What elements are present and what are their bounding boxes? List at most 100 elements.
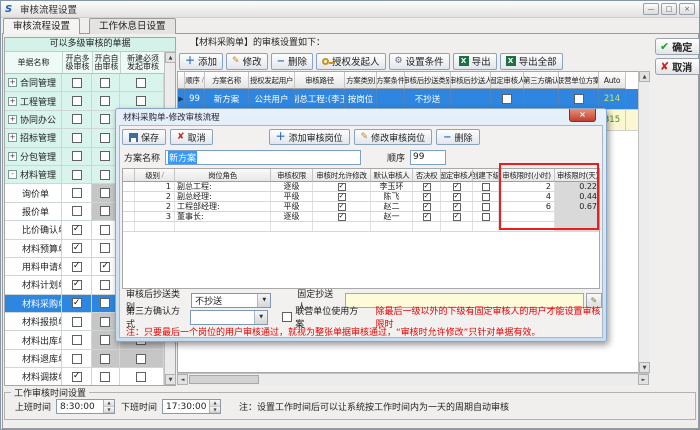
collapse-icon[interactable]: - xyxy=(8,170,17,179)
checkbox[interactable]: ✓ xyxy=(453,183,461,191)
expand-icon[interactable]: + xyxy=(8,152,17,161)
checkbox[interactable]: ✓ xyxy=(338,193,346,201)
maximize-icon[interactable]: □ xyxy=(661,3,677,15)
checkbox[interactable] xyxy=(100,114,110,124)
checkbox[interactable] xyxy=(100,335,110,345)
checkbox[interactable] xyxy=(482,183,490,191)
checkbox[interactable]: ✓ xyxy=(423,213,431,221)
scheme-name-input[interactable]: 新方案 xyxy=(165,150,361,165)
dialog-close-icon[interactable]: × xyxy=(569,109,596,122)
checkbox[interactable]: ✓ xyxy=(100,262,110,272)
checkbox[interactable]: ✓ xyxy=(72,372,82,382)
checkbox[interactable] xyxy=(482,193,490,201)
order-input[interactable]: 99 xyxy=(410,150,446,165)
checkbox[interactable] xyxy=(72,96,82,106)
spinner-arrows[interactable]: ▲▼ xyxy=(209,400,220,413)
audit-post-row[interactable]: 3董事长:逐级✓赵一✓✓ xyxy=(123,212,599,222)
delete-audit-post-button[interactable]: − 删除 xyxy=(436,129,479,145)
checkbox[interactable] xyxy=(72,133,82,143)
checkbox[interactable] xyxy=(100,188,110,198)
checkbox[interactable] xyxy=(136,354,146,364)
scroll-down-icon[interactable]: ▼ xyxy=(639,362,650,373)
document-row[interactable]: +合同管理 xyxy=(5,74,164,92)
chevron-down-icon[interactable]: ▼ xyxy=(257,294,270,307)
checkbox[interactable] xyxy=(100,354,110,364)
toolbar-button-修改[interactable]: ✎修改 xyxy=(226,53,268,70)
checkbox[interactable] xyxy=(136,372,146,382)
cc-type-combobox[interactable]: 不抄送 ▼ xyxy=(191,293,271,308)
expand-icon[interactable]: + xyxy=(8,133,17,142)
checkbox[interactable] xyxy=(100,298,110,308)
checkbox[interactable]: ✓ xyxy=(453,213,461,221)
scroll-down-icon[interactable]: ▼ xyxy=(165,374,176,385)
expand-icon[interactable]: + xyxy=(8,78,17,87)
schemes-hscrollbar[interactable]: ◄ ► xyxy=(177,373,649,385)
toolbar-button-授权发起人[interactable]: 授权发起人 xyxy=(316,53,386,70)
checkbox[interactable]: ✓ xyxy=(423,183,431,191)
checkbox[interactable] xyxy=(72,170,82,180)
add-audit-post-button[interactable]: ＋ 添加审核岗位 xyxy=(269,129,350,145)
tab-audit-flow-settings[interactable]: 审核流程设置 xyxy=(3,18,80,34)
checkbox[interactable] xyxy=(502,94,512,104)
checkbox[interactable] xyxy=(100,78,110,88)
checkbox[interactable] xyxy=(136,96,146,106)
checkbox[interactable] xyxy=(72,317,82,327)
close-icon[interactable]: × xyxy=(679,3,695,15)
ok-button[interactable]: ✔ 确定 xyxy=(655,38,700,55)
spin-down-icon[interactable]: ▼ xyxy=(210,407,220,414)
checkbox[interactable]: ✓ xyxy=(338,203,346,211)
toolbar-button-导出全部[interactable]: X导出全部 xyxy=(500,53,563,70)
checkbox[interactable] xyxy=(100,206,110,216)
toolbar-button-设置条件[interactable]: ⚙设置条件 xyxy=(389,53,450,70)
checkbox[interactable] xyxy=(100,243,110,253)
audit-post-row[interactable]: 2工程部经理:平级✓赵二✓✓60.67 xyxy=(123,202,599,212)
checkbox[interactable] xyxy=(72,151,82,161)
checkbox[interactable] xyxy=(482,203,490,211)
toolbar-button-导出[interactable]: X导出 xyxy=(453,53,497,70)
checkbox[interactable]: ✓ xyxy=(423,193,431,201)
checkbox[interactable] xyxy=(100,317,110,327)
checkbox[interactable] xyxy=(72,206,82,216)
chevron-down-icon[interactable]: ▼ xyxy=(254,311,267,324)
checkbox[interactable] xyxy=(72,114,82,124)
expand-icon[interactable]: + xyxy=(8,97,17,106)
checkbox[interactable] xyxy=(72,78,82,88)
checkbox[interactable]: ✓ xyxy=(72,262,82,272)
checkbox[interactable] xyxy=(72,354,82,364)
checkbox[interactable] xyxy=(100,170,110,180)
toolbar-button-添加[interactable]: ＋添加 xyxy=(179,53,223,70)
expand-icon[interactable]: + xyxy=(8,115,17,124)
audit-post-row[interactable] xyxy=(123,222,599,232)
checkbox[interactable] xyxy=(100,96,110,106)
checkbox[interactable]: ✓ xyxy=(72,243,82,253)
document-row[interactable]: 材料退库单 xyxy=(5,350,164,368)
checkbox[interactable] xyxy=(574,94,584,104)
checkbox[interactable] xyxy=(100,133,110,143)
tab-rest-day-settings[interactable]: 工作休息日设置 xyxy=(89,18,176,34)
joint-scheme-checkbox[interactable] xyxy=(282,312,292,322)
checkbox[interactable]: ✓ xyxy=(423,203,431,211)
checkbox[interactable] xyxy=(72,188,82,198)
checkbox[interactable]: ✓ xyxy=(453,193,461,201)
document-row[interactable]: 材料调拨单✓ xyxy=(5,368,164,385)
scrollbar-thumb[interactable] xyxy=(189,375,259,384)
save-button[interactable]: 保存 xyxy=(122,129,166,145)
minimize-icon[interactable]: — xyxy=(643,3,659,15)
checkbox[interactable] xyxy=(482,213,490,221)
checkbox[interactable]: ✓ xyxy=(453,203,461,211)
schemes-vscrollbar[interactable]: ▲ ▼ xyxy=(638,71,649,373)
third-party-combobox[interactable]: ▼ xyxy=(190,310,268,325)
audit-post-row[interactable]: 2副总经理:平级✓陈飞✓✓40.44 xyxy=(123,192,599,202)
scroll-up-icon[interactable]: ▲ xyxy=(165,52,176,63)
cancel-button[interactable]: ✘ 取消 xyxy=(655,58,700,75)
audit-post-row[interactable]: 1副总工程:逐级✓李玉环✓✓20.22 xyxy=(123,182,599,192)
checkbox[interactable] xyxy=(100,372,110,382)
toolbar-button-删除[interactable]: −删除 xyxy=(271,53,313,70)
checkbox[interactable] xyxy=(100,225,110,235)
checkbox[interactable]: ✓ xyxy=(338,213,346,221)
checkbox[interactable]: ✓ xyxy=(72,298,82,308)
checkbox[interactable] xyxy=(100,280,110,290)
scroll-left-icon[interactable]: ◄ xyxy=(177,374,188,385)
checkbox[interactable] xyxy=(136,78,146,88)
checkbox[interactable]: ✓ xyxy=(72,280,82,290)
